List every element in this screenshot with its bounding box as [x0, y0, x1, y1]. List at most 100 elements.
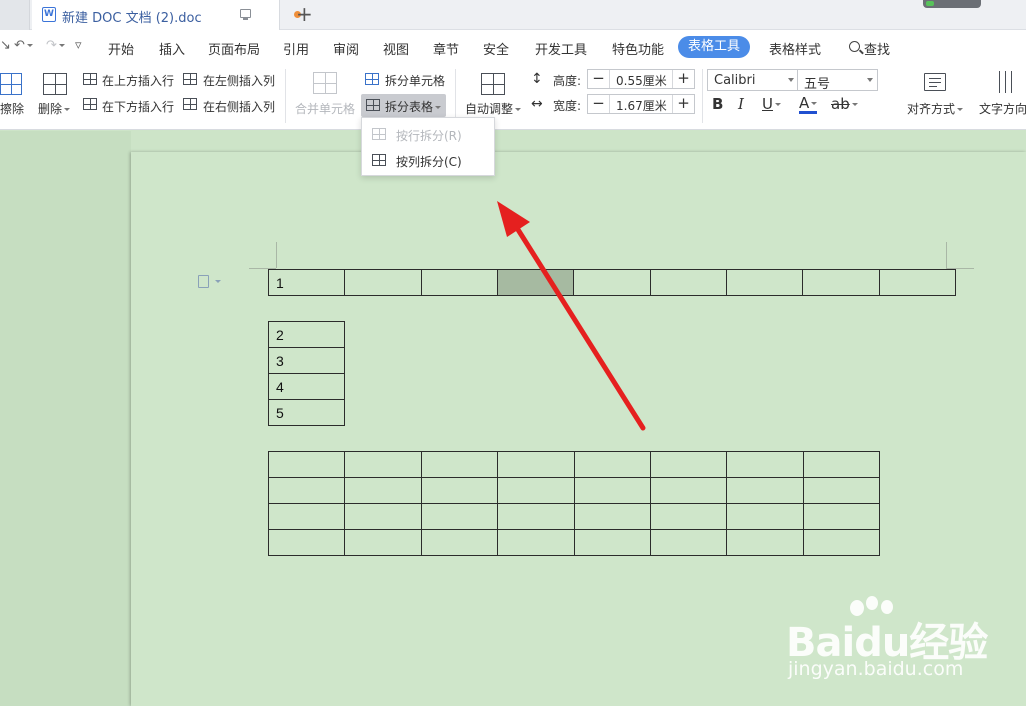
menu-insert[interactable]: 插入	[159, 39, 185, 58]
insert-col-right-button[interactable]: 在右侧插入列	[203, 98, 275, 115]
split-cells-icon[interactable]	[365, 73, 379, 85]
table-cell[interactable]	[649, 529, 728, 556]
menu-home[interactable]: 开始	[108, 39, 134, 58]
table-cell[interactable]	[497, 503, 575, 530]
split-table-icon[interactable]	[366, 99, 380, 111]
eraser-icon[interactable]	[0, 73, 22, 95]
font-name-select[interactable]: Calibri	[707, 69, 799, 91]
table-cell[interactable]	[573, 269, 651, 296]
table-cell[interactable]	[420, 529, 499, 556]
home-tab-stub[interactable]	[0, 0, 30, 30]
table-three[interactable]	[267, 451, 881, 556]
insert-row-above-button[interactable]: 在上方插入行	[102, 72, 174, 89]
width-decrease-button[interactable]: −	[588, 95, 610, 113]
table-cell[interactable]: 2	[268, 321, 345, 348]
redo-partial-icon[interactable]: ↘	[0, 38, 11, 53]
table-cell[interactable]	[649, 451, 728, 478]
search-icon[interactable]	[849, 41, 860, 52]
table-cell[interactable]	[496, 269, 575, 296]
insert-row-below-button[interactable]: 在下方插入行	[102, 98, 174, 115]
new-tab-button[interactable]: +	[296, 2, 313, 26]
insert-col-left-icon[interactable]	[183, 73, 197, 85]
table-cell[interactable]	[497, 529, 575, 556]
height-stepper[interactable]: − 0.55厘米 +	[587, 69, 695, 89]
font-color-button[interactable]: A	[799, 95, 818, 114]
table-cell[interactable]	[344, 529, 422, 556]
table-cell[interactable]	[726, 503, 804, 530]
table-cell[interactable]	[420, 477, 499, 504]
delete-table-icon[interactable]	[43, 73, 67, 95]
table-one[interactable]: 1	[267, 269, 957, 296]
table-cell[interactable]	[573, 529, 651, 556]
monitor-icon[interactable]	[240, 9, 251, 20]
table-cell[interactable]	[267, 477, 346, 504]
italic-button[interactable]: I	[738, 95, 744, 113]
menu-page-layout[interactable]: 页面布局	[208, 39, 260, 58]
split-by-column-item[interactable]: 按列拆分(C)	[362, 147, 494, 173]
paragraph-options-icon[interactable]	[198, 275, 221, 288]
table-cell[interactable]: 3	[268, 347, 345, 374]
split-table-button[interactable]: 拆分表格	[385, 98, 442, 115]
table-cell[interactable]	[802, 477, 881, 504]
table-cell[interactable]	[497, 451, 575, 478]
text-direction-icon[interactable]	[997, 71, 1017, 93]
table-cell[interactable]	[726, 529, 804, 556]
highlight-button[interactable]: ab	[831, 95, 858, 113]
menu-search[interactable]: 查找	[864, 39, 890, 58]
width-value[interactable]: 1.67厘米	[616, 97, 667, 114]
table-cell[interactable]	[344, 269, 422, 296]
table-cell[interactable]	[802, 529, 881, 556]
table-cell[interactable]	[573, 503, 651, 530]
table-cell[interactable]	[344, 451, 422, 478]
auto-fit-button[interactable]: 自动调整	[465, 100, 522, 117]
menu-chapter[interactable]: 章节	[433, 39, 459, 58]
menu-references[interactable]: 引用	[283, 39, 309, 58]
insert-row-above-icon[interactable]	[83, 73, 97, 85]
table-cell[interactable]	[344, 477, 422, 504]
table-cell[interactable]: 5	[268, 399, 345, 426]
height-decrease-button[interactable]: −	[588, 70, 610, 88]
insert-col-right-icon[interactable]	[183, 98, 197, 110]
table-cell[interactable]	[497, 477, 575, 504]
menu-view[interactable]: 视图	[383, 39, 409, 58]
table-cell[interactable]	[726, 477, 804, 504]
table-cell[interactable]	[802, 269, 880, 296]
insert-row-below-icon[interactable]	[83, 98, 97, 110]
table-cell[interactable]	[802, 451, 881, 478]
table-cell[interactable]	[649, 477, 728, 504]
auto-fit-icon[interactable]	[481, 73, 505, 95]
menu-table-tools[interactable]: 表格工具	[678, 36, 751, 58]
table-cell[interactable]	[802, 503, 881, 530]
menu-special-features[interactable]: 特色功能	[612, 39, 664, 58]
height-increase-button[interactable]: +	[672, 70, 694, 88]
menu-table-style[interactable]: 表格样式	[769, 39, 821, 58]
table-two[interactable]: 2345	[268, 321, 345, 426]
width-increase-button[interactable]: +	[672, 95, 694, 113]
width-stepper[interactable]: − 1.67厘米 +	[587, 94, 695, 114]
underline-button[interactable]: U	[762, 95, 781, 113]
table-cell[interactable]	[267, 451, 346, 478]
table-cell[interactable]	[344, 503, 422, 530]
align-icon[interactable]	[924, 73, 946, 91]
table-cell[interactable]	[573, 451, 651, 478]
erase-button[interactable]: 擦除	[0, 100, 24, 117]
font-size-select[interactable]: 五号	[797, 69, 878, 92]
table-cell[interactable]	[267, 503, 346, 530]
table-cell[interactable]	[726, 451, 804, 478]
text-direction-button[interactable]: 文字方向	[979, 100, 1026, 117]
menu-developer[interactable]: 开发工具	[535, 39, 587, 58]
table-cell[interactable]	[267, 529, 346, 556]
table-cell[interactable]	[573, 477, 651, 504]
table-cell[interactable]	[649, 503, 728, 530]
redo-icon[interactable]: ↷	[46, 38, 65, 53]
quick-access-dropdown-icon[interactable]: ▿	[75, 38, 82, 53]
align-button[interactable]: 对齐方式	[907, 100, 964, 117]
table-cell[interactable]	[420, 269, 498, 296]
document-tab[interactable]: W 新建 DOC 文档 (2).doc	[32, 0, 301, 30]
height-value[interactable]: 0.55厘米	[616, 72, 667, 89]
table-cell[interactable]	[420, 451, 499, 478]
delete-button[interactable]: 删除	[38, 100, 71, 117]
table-cell[interactable]: 4	[268, 373, 345, 400]
bold-button[interactable]: B	[712, 95, 723, 113]
table-cell[interactable]: 1	[267, 269, 346, 296]
